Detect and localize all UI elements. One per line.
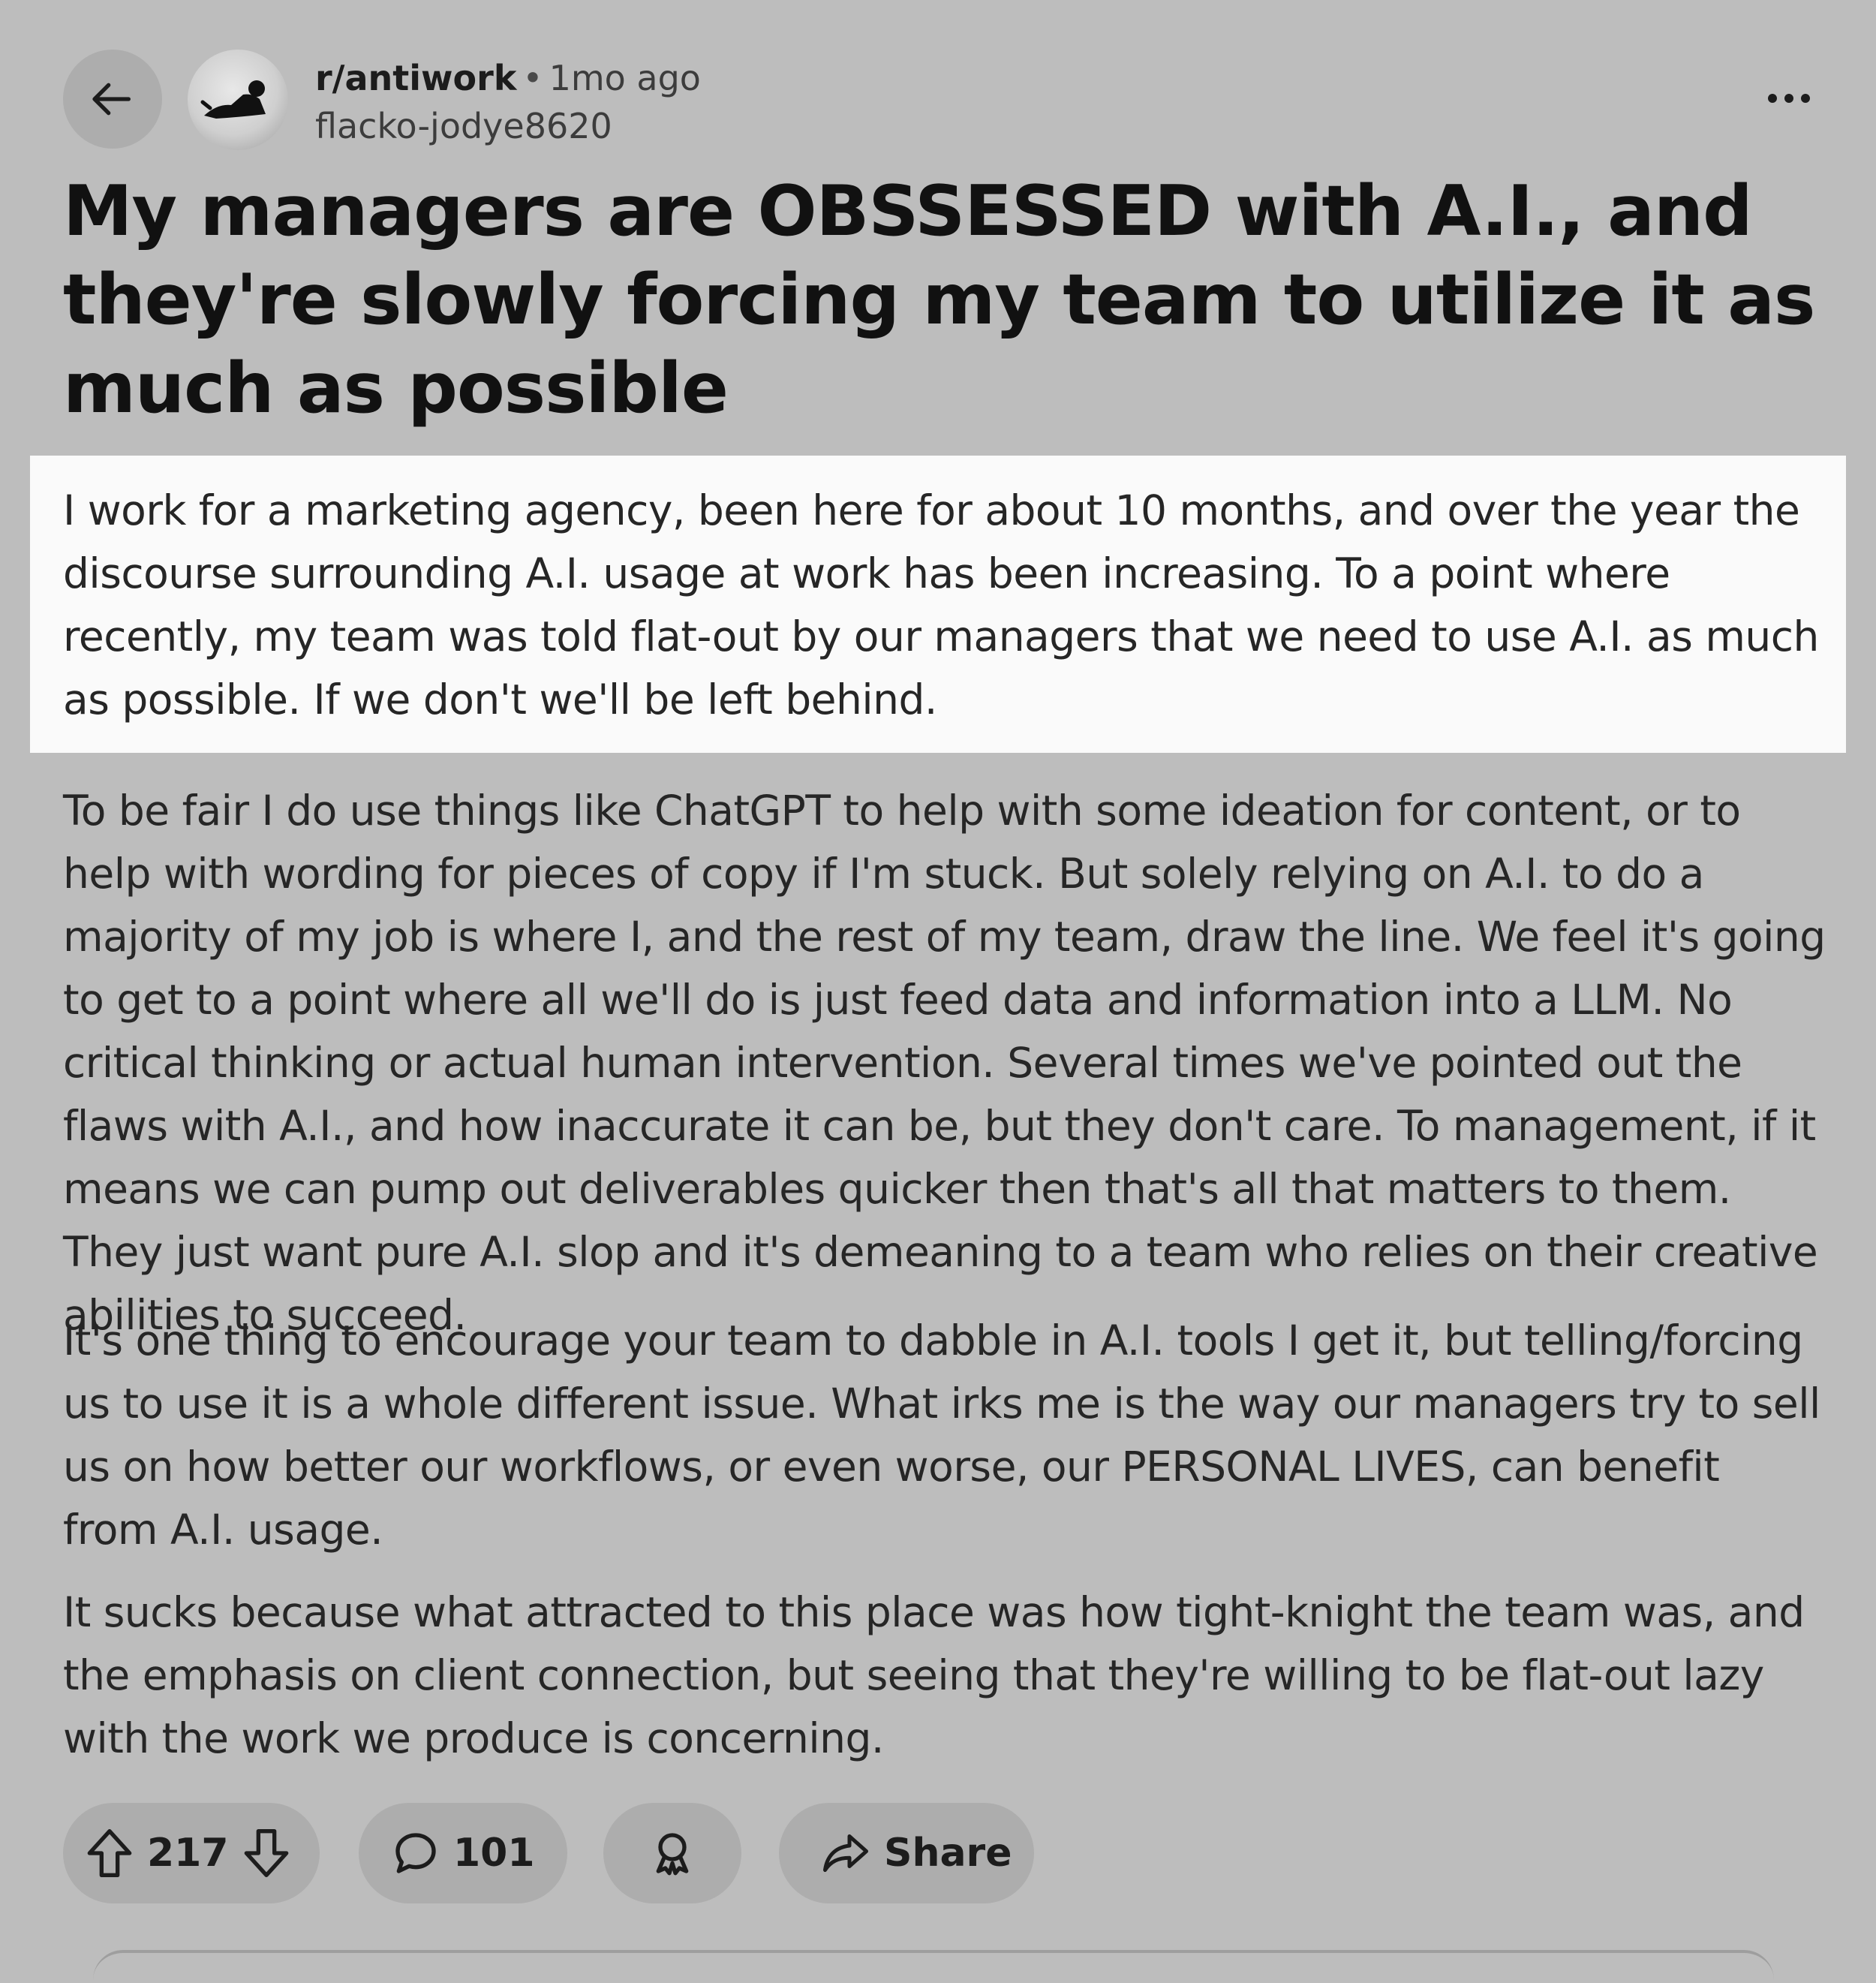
post-paragraph-1: I work for a marketing agency, been here… [63, 486, 1819, 724]
speech-bubble-icon [395, 1833, 436, 1873]
post-paragraph-4: It sucks because what attracted to this … [63, 1588, 1805, 1762]
arrow-up-icon [87, 1829, 132, 1877]
more-options-button[interactable] [1759, 80, 1819, 117]
post-title: My managers are OBSSESSED with A.I., and… [63, 170, 1815, 429]
share-button[interactable]: Share [779, 1803, 1034, 1903]
arrow-left-icon [92, 83, 131, 116]
post-meta: r/antiwork • 1mo ago flacko-jodye8620 [315, 54, 701, 150]
ellipsis-icon [1768, 94, 1810, 103]
reclining-figure-icon [200, 80, 266, 119]
vote-count: 217 [147, 1831, 229, 1876]
award-icon [656, 1833, 689, 1876]
back-button[interactable] [63, 50, 162, 149]
subreddit-link[interactable]: r/antiwork [315, 58, 516, 98]
vote-control: 217 [63, 1803, 320, 1903]
meta-separator: • [522, 58, 543, 98]
arrow-down-icon [244, 1829, 288, 1877]
share-arrow-icon [823, 1834, 868, 1872]
post-paragraph-3: It's one thing to encourage your team to… [63, 1316, 1820, 1554]
downvote-button[interactable] [242, 1827, 290, 1879]
award-button[interactable] [603, 1803, 741, 1903]
post-paragraph-2: To be fair I do use things like ChatGPT … [63, 787, 1826, 1339]
post-author[interactable]: flacko-jodye8620 [315, 102, 701, 150]
share-label: Share [884, 1831, 1012, 1876]
comment-count: 101 [453, 1831, 535, 1876]
comment-input-edge [93, 1950, 1774, 1983]
post-time: 1mo ago [549, 58, 701, 98]
post-header: r/antiwork • 1mo ago flacko-jodye8620 [63, 50, 1819, 150]
comments-button[interactable]: 101 [359, 1803, 567, 1903]
upvote-button[interactable] [86, 1827, 134, 1879]
subreddit-avatar[interactable] [188, 50, 288, 150]
